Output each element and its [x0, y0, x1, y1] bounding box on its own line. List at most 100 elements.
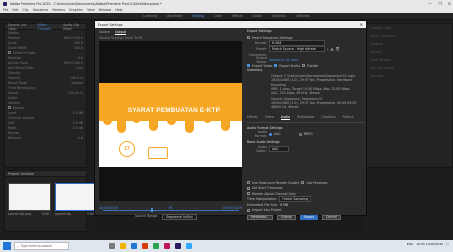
tab-source[interactable]: Source [99, 30, 110, 35]
lumetri-row[interactable]: Curves [366, 48, 452, 56]
project-item-thumbnail-selected[interactable] [55, 183, 96, 211]
edge-icon[interactable] [131, 243, 137, 249]
tab-publish[interactable]: Publish [342, 115, 353, 120]
delete-preset-icon[interactable]: 🗑 [335, 47, 340, 51]
lumetri-row[interactable]: HSL Secondary [366, 64, 452, 72]
project-item-thumbnail[interactable] [8, 183, 51, 211]
menu-view[interactable]: View [87, 8, 95, 12]
effect-value[interactable]: 0.0 dB [73, 126, 83, 130]
start-timecode-checkbox[interactable] [247, 186, 250, 190]
effect-value[interactable]: 0.0 [78, 136, 83, 140]
export-button[interactable]: Export [299, 214, 319, 220]
source-range-select[interactable]: Sequence In/Out [162, 214, 197, 220]
effect-value[interactable]: 960.0 540.0 [64, 61, 83, 65]
lumetri-row[interactable]: Vignette [366, 72, 452, 80]
lumetri-row[interactable]: Color Wheels [366, 56, 452, 64]
tab-effects[interactable]: Effects [247, 115, 258, 120]
effect-value[interactable]: 0.00 [76, 66, 83, 70]
menu-clip[interactable]: Clip [23, 8, 29, 12]
effect-value[interactable]: 100.00 % [68, 91, 83, 95]
tray-lang[interactable]: ENG [407, 242, 413, 246]
minimize-button[interactable]: — [428, 1, 432, 6]
taskbar-search[interactable]: ⌕ Type here to search [14, 242, 69, 250]
max-render-quality-checkbox[interactable] [247, 181, 250, 185]
workspace-color[interactable]: Color [214, 14, 222, 18]
tab-effect-controls[interactable]: Effect Controls [38, 23, 59, 31]
effect-value[interactable]: 100.0 % [70, 76, 83, 80]
cancel-button[interactable]: Cancel [322, 214, 341, 220]
save-preset-icon[interactable]: ⤓ [327, 47, 329, 51]
metadata-button[interactable]: Metadata... [247, 214, 274, 220]
effect-value[interactable]: 100.0 [74, 46, 83, 50]
menu-sequence[interactable]: Sequence [33, 8, 49, 12]
import-preset-icon[interactable]: ▲ [331, 47, 334, 51]
maximize-button[interactable]: ❐ [438, 1, 442, 6]
notification-icon[interactable]: ▢ [446, 242, 449, 246]
lumetri-row[interactable]: Creative [366, 40, 452, 48]
queue-button[interactable]: Queue [277, 214, 296, 220]
effect-value[interactable]: 0.0 [78, 56, 83, 60]
office-icon[interactable] [142, 243, 148, 249]
time-interpolation-select[interactable]: Frame Sampling [279, 196, 312, 203]
project-item-label[interactable]: syarat ktp [55, 212, 71, 216]
tab-captions[interactable]: Captions [322, 115, 336, 120]
summary-header[interactable]: Summary [247, 68, 262, 72]
effect-value[interactable]: Normal [71, 81, 83, 85]
workspace-graphics[interactable]: Graphics [272, 14, 286, 18]
bypass-checkbox[interactable] [8, 106, 11, 109]
workspace-audio[interactable]: Audio [253, 14, 262, 18]
audio-format-mpeg-radio[interactable] [298, 132, 302, 136]
audio-codec-select[interactable]: AAC [269, 145, 289, 152]
effect-value[interactable]: 0.0 dB [73, 121, 83, 125]
playhead-handle[interactable] [151, 208, 153, 212]
tab-multiplexer[interactable]: Multiplexer [297, 115, 315, 120]
workspace-assembly[interactable]: Assembly [167, 14, 182, 18]
export-settings-header[interactable]: Export Settings [247, 29, 365, 33]
photoshop-icon[interactable] [186, 243, 192, 249]
lumetri-row[interactable]: Lumetri Color [366, 24, 452, 32]
tab-audio-clip-mixer[interactable]: Audio Clip Mixer [63, 23, 86, 31]
tab-source[interactable]: Source: (no clips) [8, 23, 33, 31]
menu-graphics[interactable]: Graphics [69, 8, 83, 12]
app-icon[interactable] [164, 243, 170, 249]
project-item-label[interactable]: syarat ktp.png [8, 212, 31, 216]
effect-value[interactable]: 0.0 dB [73, 111, 83, 115]
clock[interactable]: 10:25 10/05/2020 [416, 242, 443, 246]
match-sequence-checkbox[interactable] [247, 36, 250, 40]
publish-checkbox[interactable] [301, 64, 305, 68]
workspace-libraries[interactable]: Libraries [296, 14, 310, 18]
menu-markers[interactable]: Markers [52, 8, 65, 12]
basic-audio-header[interactable]: Basic Audio Settings [247, 140, 365, 144]
project-panel-title[interactable]: Project: Untitled [8, 172, 34, 176]
audio-format-header[interactable]: Audio Format Settings [247, 126, 365, 130]
output-name-link[interactable]: Sequence 01.mp4 [269, 58, 298, 62]
export-audio-checkbox[interactable] [274, 64, 278, 68]
menu-window[interactable]: Window [99, 8, 112, 12]
lumetri-row[interactable]: Basic Correction [366, 32, 452, 40]
import-into-project-checkbox[interactable] [247, 208, 250, 212]
effect-value[interactable]: 100.0 [74, 41, 83, 45]
task-view-icon[interactable] [109, 243, 115, 249]
windows-start-icon[interactable] [3, 242, 11, 250]
fit-dropdown[interactable]: Fit [169, 206, 173, 210]
effect-row[interactable]: Balance 0.0 [5, 135, 86, 140]
export-video-checkbox[interactable] [247, 64, 250, 68]
workspace-effects[interactable]: Effects [232, 14, 243, 18]
use-previews-checkbox[interactable] [301, 181, 305, 185]
dialog-close-icon[interactable]: ✕ [360, 22, 363, 27]
premiere-taskbar-icon[interactable] [175, 243, 181, 249]
menu-help[interactable]: Help [115, 8, 122, 12]
tab-output[interactable]: Output [114, 30, 127, 35]
file-explorer-icon[interactable] [120, 243, 126, 249]
preview-scrubber[interactable] [103, 210, 239, 211]
tab-audio[interactable]: Audio [280, 115, 290, 120]
chrome-icon[interactable] [153, 243, 159, 249]
source-scaling-value[interactable]: Scale To Fit [125, 36, 143, 40]
workspace-editing[interactable]: Editing [193, 14, 204, 18]
audio-format-aac-radio[interactable] [269, 132, 272, 136]
uniform-scale-checkbox[interactable] [8, 51, 11, 54]
menu-edit[interactable]: Edit [12, 8, 18, 12]
menu-file[interactable]: File [3, 8, 8, 12]
alpha-channel-checkbox[interactable] [247, 192, 250, 196]
workspace-learning[interactable]: Learning [143, 14, 157, 18]
